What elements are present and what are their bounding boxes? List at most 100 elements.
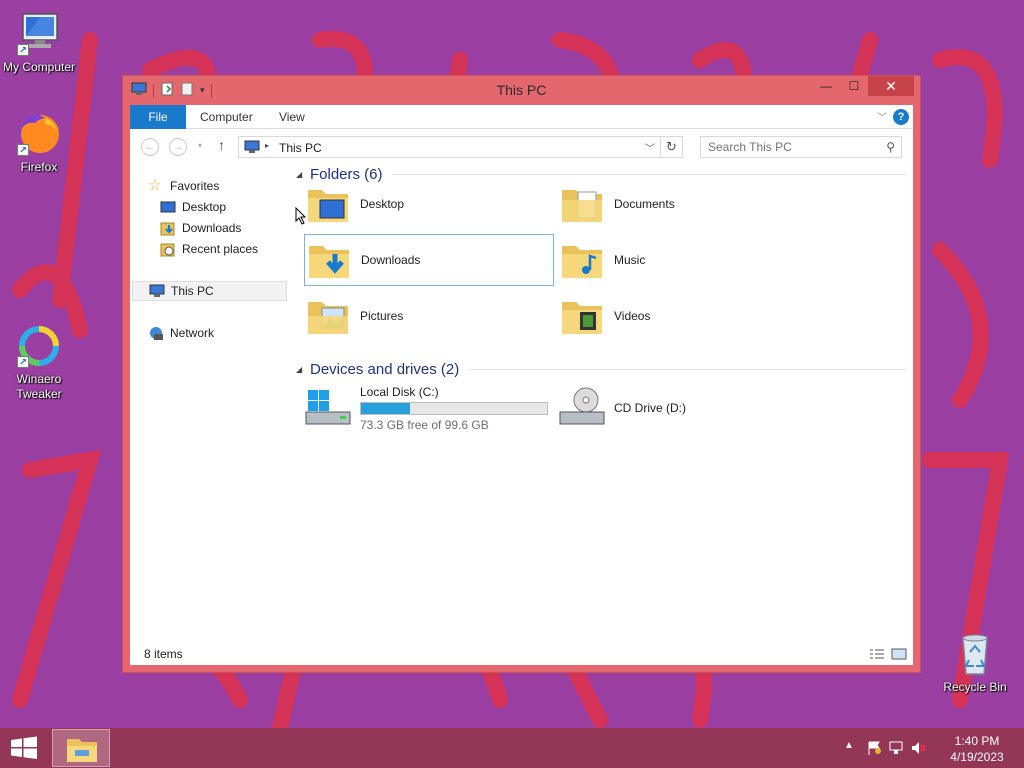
- address-dropdown-icon[interactable]: ﹀: [645, 140, 655, 155]
- nav-item-downloads[interactable]: Downloads: [160, 218, 241, 238]
- ribbon-tabs: File Computer View ﹀ ?: [130, 105, 913, 129]
- taskbar-clock[interactable]: 1:40 PM 4/19/2023: [942, 733, 1012, 765]
- window-controls: — ☐ ✕: [812, 76, 914, 96]
- desktop-icon-label: My Computer: [2, 60, 76, 74]
- minimize-button[interactable]: —: [812, 76, 840, 96]
- window-title: This PC: [496, 82, 547, 98]
- drive-tile-cd-drive[interactable]: CD Drive (D:): [558, 384, 808, 436]
- desktop-icon-recycle-bin[interactable]: Recycle Bin: [935, 630, 1015, 695]
- explorer-window: ▾ This PC — ☐ ✕ File Computer View ﹀ ? ←…: [122, 75, 921, 673]
- nav-item-recent-places[interactable]: Recent places: [160, 239, 258, 259]
- recent-locations-icon[interactable]: ▾: [198, 141, 202, 150]
- nav-label: Favorites: [170, 179, 220, 193]
- window-body: File Computer View ﹀ ? ← → ▾ ↑ ▸ This PC…: [130, 105, 913, 665]
- show-hidden-icons-icon[interactable]: ▲: [844, 740, 854, 751]
- desktop-icon-label: Winaero Tweaker: [16, 372, 62, 401]
- forward-button[interactable]: →: [169, 138, 187, 156]
- refresh-button[interactable]: ↻: [661, 136, 683, 158]
- nav-item-favorites[interactable]: ☆ Favorites: [148, 176, 219, 196]
- drive-usage-fill: [361, 403, 411, 414]
- desktop-icon-my-computer[interactable]: ↗ My Computer: [0, 10, 79, 75]
- this-pc-icon: [149, 283, 165, 299]
- folder-tile-videos[interactable]: Videos: [558, 290, 808, 342]
- search-icon[interactable]: ⚲: [886, 140, 895, 154]
- nav-item-network[interactable]: Network: [148, 323, 214, 343]
- volume-muted-icon[interactable]: [910, 740, 926, 759]
- tab-computer[interactable]: Computer: [200, 105, 253, 129]
- search-input[interactable]: [708, 140, 878, 154]
- large-icons-view-icon[interactable]: [891, 648, 907, 663]
- item-count: 8 items: [144, 647, 183, 661]
- drive-tile-local-disk[interactable]: Local Disk (C:) 73.3 GB free of 99.6 GB: [304, 384, 554, 436]
- close-button[interactable]: ✕: [868, 76, 914, 96]
- tile-label: Downloads: [361, 253, 421, 267]
- desktop-icon-label: Firefox: [20, 160, 58, 174]
- file-explorer-icon: [67, 739, 97, 762]
- address-bar[interactable]: ▸ This PC ﹀: [238, 136, 661, 158]
- nav-item-desktop[interactable]: Desktop: [160, 197, 226, 217]
- group-divider: [392, 173, 906, 175]
- downloads-icon: [160, 220, 176, 236]
- winaero-icon: ↗: [15, 322, 63, 370]
- tile-label: Desktop: [360, 197, 405, 211]
- collapse-triangle-icon[interactable]: ◢: [296, 365, 310, 374]
- tile-label: Pictures: [360, 309, 404, 323]
- shortcut-arrow-icon: ↗: [17, 144, 29, 156]
- desktop-icon-firefox[interactable]: ↗ Firefox: [0, 110, 79, 175]
- address-pc-icon: [244, 140, 260, 157]
- nav-label: This PC: [171, 284, 214, 298]
- taskbar-file-explorer[interactable]: [52, 729, 110, 767]
- firefox-icon: ↗: [15, 110, 63, 158]
- hard-drive-icon: [304, 386, 352, 433]
- details-view-icon[interactable]: [869, 648, 885, 663]
- tile-label: Music: [614, 253, 646, 267]
- address-path: This PC: [279, 141, 322, 155]
- chevron-right-icon[interactable]: ▸: [265, 141, 269, 150]
- network-icon: [148, 325, 164, 341]
- cd-drive-icon: [558, 386, 606, 433]
- title-bar[interactable]: ▾ This PC — ☐ ✕: [123, 76, 920, 105]
- navigation-bar: ← → ▾ ↑ ▸ This PC ﹀ ↻ ⚲: [130, 129, 913, 164]
- folder-tile-documents[interactable]: Documents: [558, 178, 808, 230]
- view-switcher: [869, 648, 907, 663]
- network-status-icon[interactable]: [888, 740, 904, 759]
- documents-folder-icon: [558, 180, 606, 228]
- shortcut-arrow-icon: ↗: [17, 356, 29, 368]
- drive-name: Local Disk (C:): [360, 385, 439, 399]
- desktop-folder-icon: [304, 180, 352, 228]
- nav-item-this-pc[interactable]: This PC: [132, 281, 287, 301]
- tab-view[interactable]: View: [279, 105, 305, 129]
- maximize-button[interactable]: ☐: [840, 76, 868, 96]
- back-button[interactable]: ←: [141, 138, 159, 156]
- clock-date: 4/19/2023: [950, 750, 1004, 764]
- recycle-bin-icon: [951, 630, 999, 678]
- nav-label: Network: [170, 326, 215, 340]
- shortcut-arrow-icon: ↗: [17, 44, 29, 56]
- up-button[interactable]: ↑: [218, 137, 225, 153]
- folder-tile-desktop[interactable]: Desktop: [304, 178, 554, 230]
- tab-file[interactable]: File: [130, 105, 186, 129]
- drive-free-space: 73.3 GB free of 99.6 GB: [360, 418, 489, 432]
- tile-label: Videos: [614, 309, 651, 323]
- drive-usage-bar: [360, 402, 548, 415]
- desktop-icon-label: Recycle Bin: [943, 680, 1007, 694]
- folder-tile-pictures[interactable]: Pictures: [304, 290, 554, 342]
- nav-label: Recent places: [182, 242, 259, 256]
- help-button[interactable]: ?: [893, 109, 909, 125]
- drive-name: CD Drive (D:): [614, 401, 686, 415]
- nav-label: Downloads: [182, 221, 242, 235]
- music-folder-icon: [558, 236, 606, 284]
- star-icon: ☆: [148, 177, 162, 194]
- desktop-icon-winaero-tweaker[interactable]: ↗ Winaero Tweaker: [0, 322, 79, 402]
- action-center-flag-icon[interactable]: [866, 740, 882, 759]
- drives-group-header[interactable]: ◢ Devices and drives (2): [296, 359, 906, 379]
- folder-tile-downloads[interactable]: Downloads: [304, 234, 554, 286]
- expand-ribbon-icon[interactable]: ﹀: [877, 109, 887, 124]
- nav-label: Desktop: [182, 200, 227, 214]
- desktop-icon: [160, 199, 176, 215]
- folder-tile-music[interactable]: Music: [558, 234, 808, 286]
- group-divider: [469, 368, 906, 370]
- search-box[interactable]: ⚲: [700, 136, 902, 158]
- start-button[interactable]: [0, 728, 48, 768]
- downloads-folder-icon: [305, 236, 353, 284]
